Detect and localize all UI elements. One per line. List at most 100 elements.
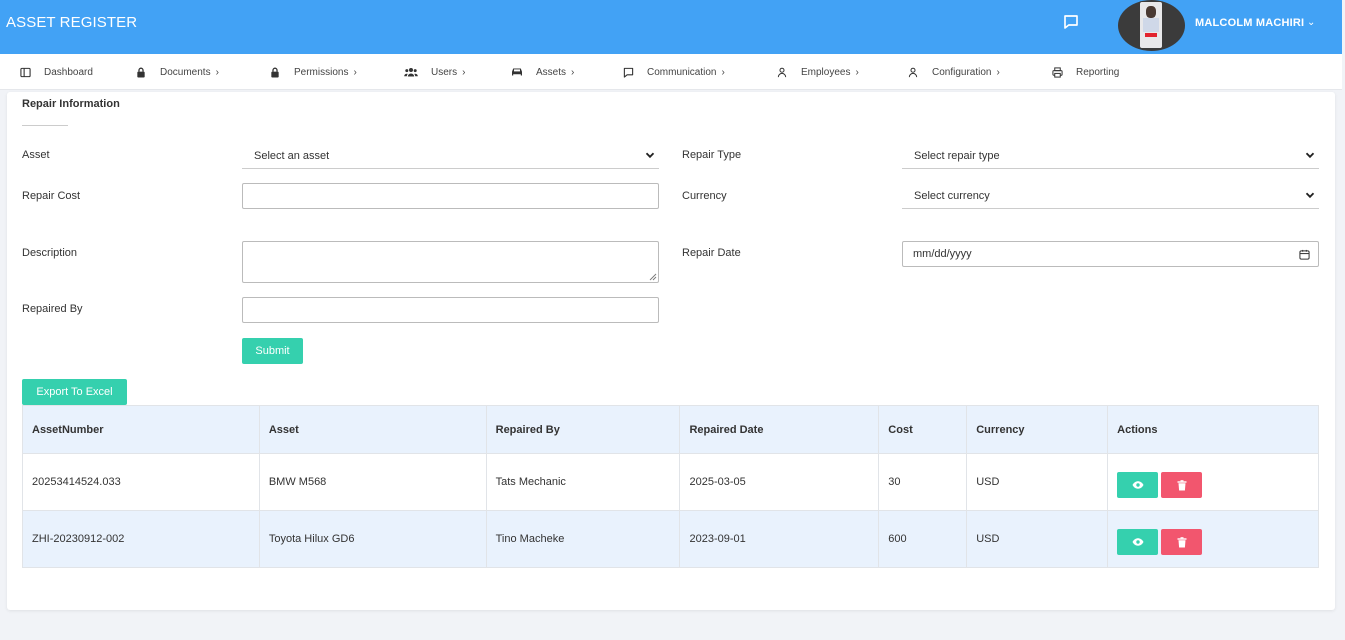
repair-date-input[interactable]: mm/dd/yyyy: [902, 241, 1319, 267]
description-textarea[interactable]: [242, 241, 659, 283]
user-icon: [776, 66, 788, 78]
column-header: Actions: [1107, 405, 1319, 454]
repaired-by-cell: Tats Mechanic: [485, 453, 681, 511]
trash-icon: [1177, 536, 1187, 547]
table-row: 20253414524.033 BMW M568 Tats Mechanic 2…: [22, 453, 1319, 511]
chevron-right-icon: ›: [462, 66, 466, 78]
table-header-row: AssetNumber Asset Repaired By Repaired D…: [22, 405, 1319, 454]
trash-icon: [1177, 479, 1187, 490]
view-button[interactable]: [1117, 529, 1159, 555]
currency-select-value: Select currency: [914, 189, 990, 202]
printer-icon: [1051, 66, 1063, 78]
nav-label: Reporting: [1076, 66, 1120, 78]
message-icon: [622, 66, 634, 78]
users-icon: [404, 66, 418, 78]
asset-cell: BMW M568: [258, 453, 487, 511]
nav-label: Assets: [536, 66, 567, 78]
repaired-date-cell: 2025-03-05: [679, 453, 880, 511]
avatar[interactable]: [1118, 0, 1185, 51]
chevron-right-icon: ›: [353, 66, 357, 78]
nav-item-assets[interactable]: Assets ›: [511, 54, 574, 90]
repair-date-placeholder: mm/dd/yyyy: [913, 248, 972, 260]
nav-label: Users: [431, 66, 458, 78]
column-header[interactable]: Repaired By: [485, 405, 681, 454]
repaired-by-input[interactable]: [242, 297, 659, 323]
currency-cell: USD: [966, 453, 1109, 511]
chevron-down-icon: [645, 152, 655, 159]
chevron-right-icon: ›: [721, 66, 725, 78]
top-bar: ASSET REGISTER MALCOLM MACHIRI ⌄: [0, 0, 1342, 54]
nav-item-reporting[interactable]: Reporting: [1051, 54, 1119, 90]
chat-icon[interactable]: [1062, 13, 1080, 31]
chevron-right-icon: ›: [215, 66, 219, 78]
submit-button[interactable]: Submit: [242, 338, 303, 364]
chevron-down-icon[interactable]: ⌄: [1307, 17, 1315, 28]
nav-label: Configuration: [932, 66, 992, 78]
nav-item-users[interactable]: Users ›: [404, 54, 465, 90]
nav-item-configuration[interactable]: Configuration ›: [907, 54, 1000, 90]
asset-cell: Toyota Hilux GD6: [258, 510, 487, 568]
repair-type-select-value: Select repair type: [914, 149, 1000, 162]
repair-cost-label: Repair Cost: [22, 190, 81, 202]
asset-label: Asset: [22, 149, 50, 161]
nav-item-employees[interactable]: Employees ›: [776, 54, 859, 90]
delete-button[interactable]: [1161, 529, 1203, 555]
repaired-by-label: Repaired By: [22, 303, 83, 315]
asset-select[interactable]: Select an asset: [242, 143, 659, 169]
calendar-icon[interactable]: [1299, 249, 1310, 260]
user-name[interactable]: MALCOLM MACHIRI: [1195, 17, 1304, 29]
nav-item-communication[interactable]: Communication ›: [622, 54, 725, 90]
eye-icon: [1132, 481, 1144, 489]
actions-cell: [1107, 510, 1319, 568]
nav-label: Communication: [647, 66, 717, 78]
nav-item-documents[interactable]: Documents ›: [135, 54, 219, 90]
view-button[interactable]: [1117, 472, 1159, 498]
main-nav: Dashboard Documents › Permissions › User…: [0, 54, 1342, 90]
column-header[interactable]: AssetNumber: [22, 405, 260, 454]
nav-item-permissions[interactable]: Permissions ›: [269, 54, 357, 90]
asset-select-value: Select an asset: [254, 149, 330, 162]
nav-item-dashboard[interactable]: Dashboard: [19, 54, 93, 90]
chevron-right-icon: ›: [996, 66, 1000, 78]
user-icon: [907, 66, 919, 78]
car-icon: [511, 66, 523, 78]
chevron-down-icon: [1305, 152, 1315, 159]
column-header[interactable]: Currency: [966, 405, 1109, 454]
title-divider: [22, 125, 68, 126]
repaired-date-cell: 2023-09-01: [679, 510, 880, 568]
lock-icon: [135, 66, 147, 78]
currency-cell: USD: [966, 510, 1109, 568]
asset-number-cell: 20253414524.033: [22, 453, 260, 511]
column-header[interactable]: Repaired Date: [679, 405, 880, 454]
column-header[interactable]: Cost: [878, 405, 968, 454]
nav-label: Dashboard: [44, 66, 93, 78]
description-label: Description: [22, 247, 78, 259]
chevron-down-icon: [1305, 192, 1315, 199]
repair-type-select[interactable]: Select repair type: [902, 143, 1319, 169]
repair-type-label: Repair Type: [682, 149, 742, 161]
export-excel-button[interactable]: Export To Excel: [22, 379, 127, 405]
asset-number-cell: ZHI-20230912-002: [22, 510, 260, 568]
repair-cost-input[interactable]: [242, 183, 659, 209]
chevron-right-icon: ›: [571, 66, 575, 78]
cost-cell: 30: [878, 453, 968, 511]
cost-cell: 600: [878, 510, 968, 568]
sidebar-icon: [19, 66, 31, 78]
app-title[interactable]: ASSET REGISTER: [6, 14, 137, 31]
resize-grip-icon[interactable]: [649, 273, 657, 281]
eye-icon: [1132, 538, 1144, 546]
card-title: Repair Information: [22, 98, 120, 110]
lock-icon: [269, 66, 281, 78]
repaired-by-cell: Tino Macheke: [485, 510, 681, 568]
delete-button[interactable]: [1161, 472, 1203, 498]
chevron-right-icon: ›: [855, 66, 859, 78]
repair-card: Repair Information Asset Select an asset…: [7, 92, 1335, 610]
nav-label: Documents: [160, 66, 211, 78]
actions-cell: [1107, 453, 1319, 511]
column-header[interactable]: Asset: [258, 405, 487, 454]
currency-label: Currency: [682, 190, 727, 202]
repairs-table: AssetNumber Asset Repaired By Repaired D…: [22, 405, 1319, 568]
repair-date-label: Repair Date: [682, 247, 741, 259]
currency-select[interactable]: Select currency: [902, 183, 1319, 209]
table-row: ZHI-20230912-002 Toyota Hilux GD6 Tino M…: [22, 510, 1319, 568]
